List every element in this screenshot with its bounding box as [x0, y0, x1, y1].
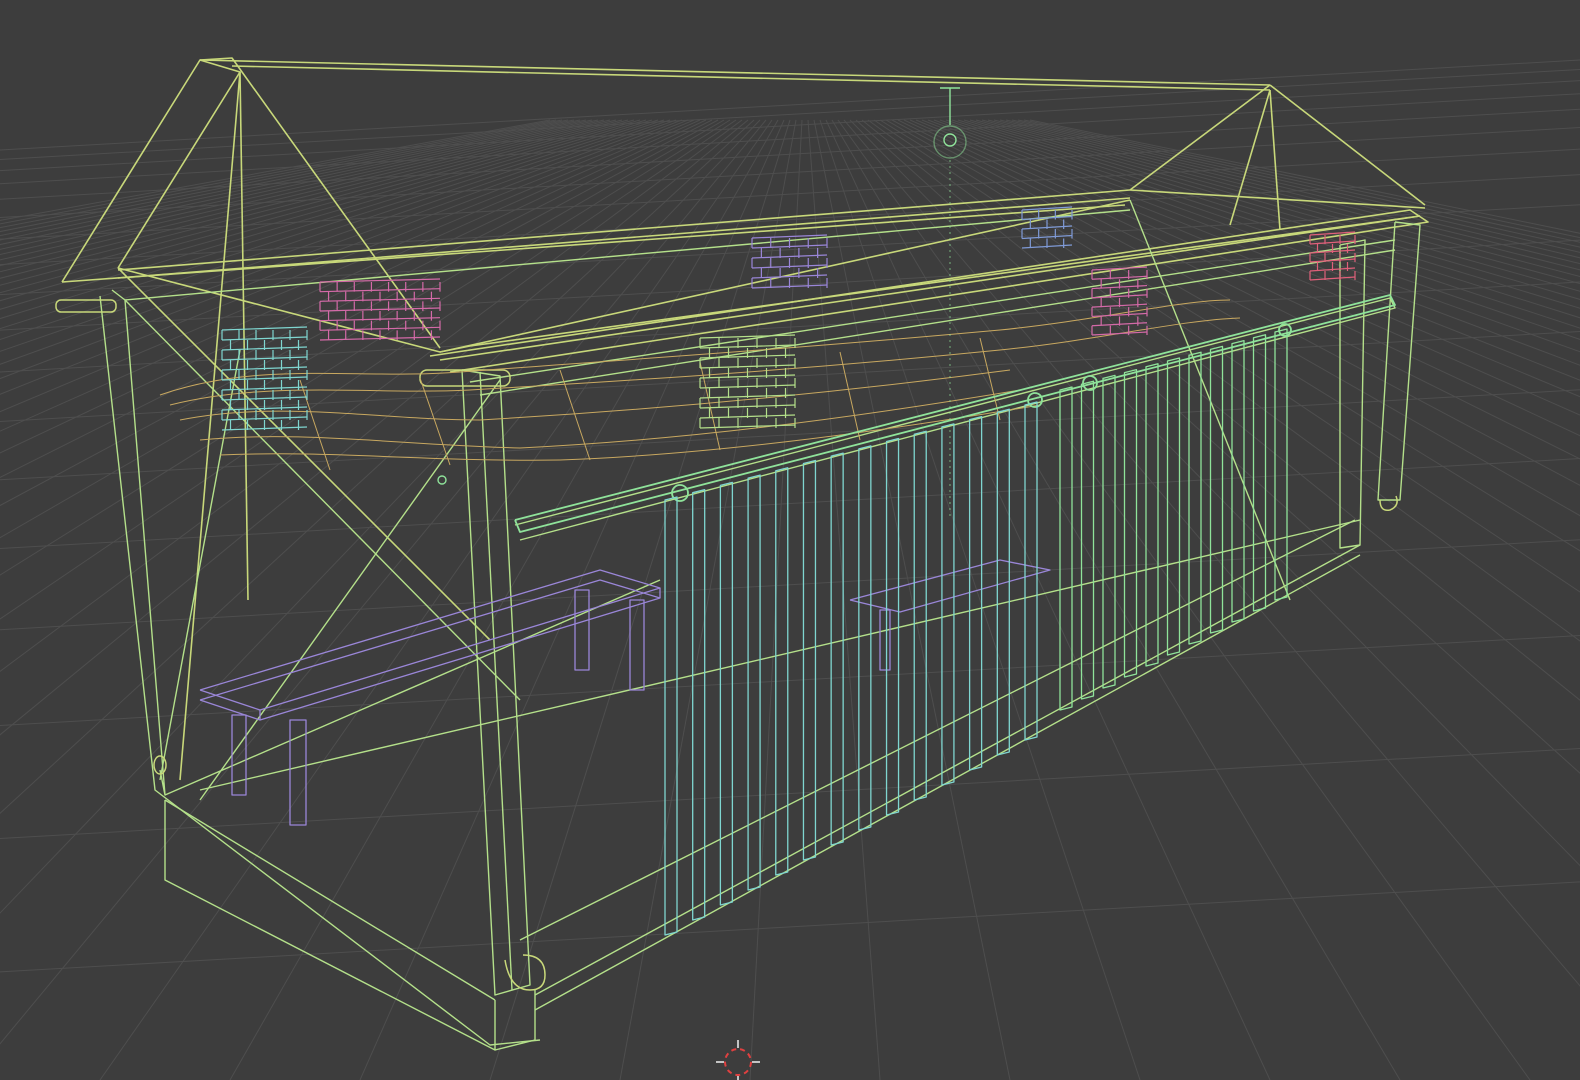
door-slat [802, 459, 817, 861]
door-slat [692, 489, 706, 921]
bench[interactable] [199, 559, 1051, 826]
brick-panel [699, 334, 796, 429]
door-slat [913, 430, 927, 801]
3d-cursor-icon[interactable] [716, 1040, 760, 1080]
door-slat [858, 445, 872, 831]
brick-panel [1021, 206, 1073, 249]
door-slat [1080, 380, 1095, 700]
light-fixture-icon[interactable] [943, 133, 957, 147]
door-slat [885, 437, 900, 816]
brick-panel [319, 278, 441, 341]
3d-viewport[interactable] [0, 0, 1580, 1080]
door-slat [941, 423, 955, 786]
door-slat [1166, 357, 1181, 656]
brick-panel [1091, 266, 1148, 336]
wireframe-scene[interactable] [0, 0, 1580, 1080]
door-slat [664, 496, 678, 936]
door-slat [747, 474, 761, 891]
door-slat [775, 467, 789, 876]
door-slat [1024, 401, 1038, 741]
door-slat [1059, 386, 1073, 711]
door-slat [968, 415, 983, 771]
door-slat [830, 452, 844, 846]
sliding-door-right[interactable] [1059, 328, 1288, 711]
sliding-door-left[interactable] [664, 401, 1038, 936]
door-slat [719, 481, 734, 906]
